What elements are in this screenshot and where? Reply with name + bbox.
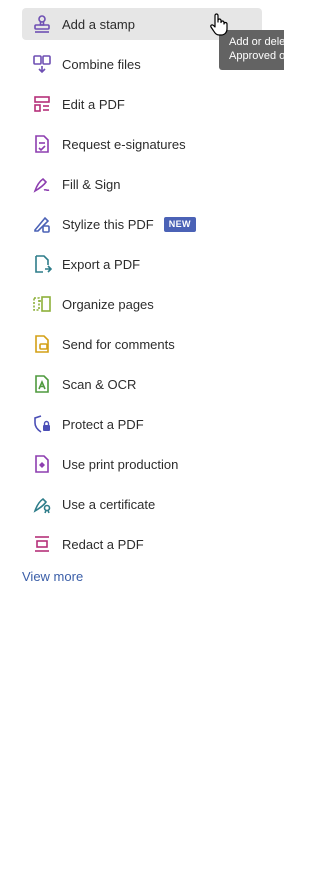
tooltip-line-1: Add or dele [229,36,284,48]
tooltip: Add or dele Approved o [219,30,284,70]
tool-redact-pdf[interactable]: Redact a PDF [22,528,262,560]
tool-list: Add a stamp Combine files Edit a PDF Req… [22,8,262,568]
send-comments-icon [30,332,54,356]
tooltip-line-2: Approved o [229,50,284,62]
tool-print-production[interactable]: Use print production [22,448,262,480]
new-badge: NEW [163,216,196,232]
fill-sign-icon [30,172,54,196]
organize-pages-icon [30,292,54,316]
tool-label: Organize pages [62,296,154,312]
tool-organize-pages[interactable]: Organize pages [22,288,262,320]
tool-label: Protect a PDF [62,416,144,432]
tool-label: Stylize this PDF [62,216,154,232]
export-pdf-icon [30,252,54,276]
protect-pdf-icon [30,412,54,436]
tool-edit-pdf[interactable]: Edit a PDF [22,88,262,120]
tool-label: Edit a PDF [62,96,125,112]
combine-files-icon [30,52,54,76]
tool-label: Redact a PDF [62,536,144,552]
redact-pdf-icon [30,532,54,556]
certificate-icon [30,492,54,516]
scan-ocr-icon [30,372,54,396]
tool-request-esignatures[interactable]: Request e-signatures [22,128,262,160]
tool-label: Send for comments [62,336,175,352]
stylize-icon [30,212,54,236]
tool-protect-pdf[interactable]: Protect a PDF [22,408,262,440]
tool-scan-ocr[interactable]: Scan & OCR [22,368,262,400]
tool-export-pdf[interactable]: Export a PDF [22,248,262,280]
tool-label: Export a PDF [62,256,141,272]
tool-label: Add a stamp [62,16,135,32]
hand-cursor-icon [210,13,228,36]
tool-stylize-pdf[interactable]: Stylize this PDF NEW [22,208,262,240]
tools-panel: Add a stamp Combine files Edit a PDF Req… [0,0,284,879]
tool-label: Combine files [62,56,141,72]
tool-fill-sign[interactable]: Fill & Sign [22,168,262,200]
tool-label: Request e-signatures [62,136,186,152]
stamp-icon [30,12,54,36]
tool-label: Use print production [62,456,179,472]
tool-use-certificate[interactable]: Use a certificate [22,488,262,520]
tool-label: Use a certificate [62,496,156,512]
print-production-icon [30,452,54,476]
request-esign-icon [30,132,54,156]
tool-send-comments[interactable]: Send for comments [22,328,262,360]
tool-label: Scan & OCR [62,376,137,392]
tool-label: Fill & Sign [62,176,121,192]
view-more-link[interactable]: View more [22,569,83,584]
edit-pdf-icon [30,92,54,116]
